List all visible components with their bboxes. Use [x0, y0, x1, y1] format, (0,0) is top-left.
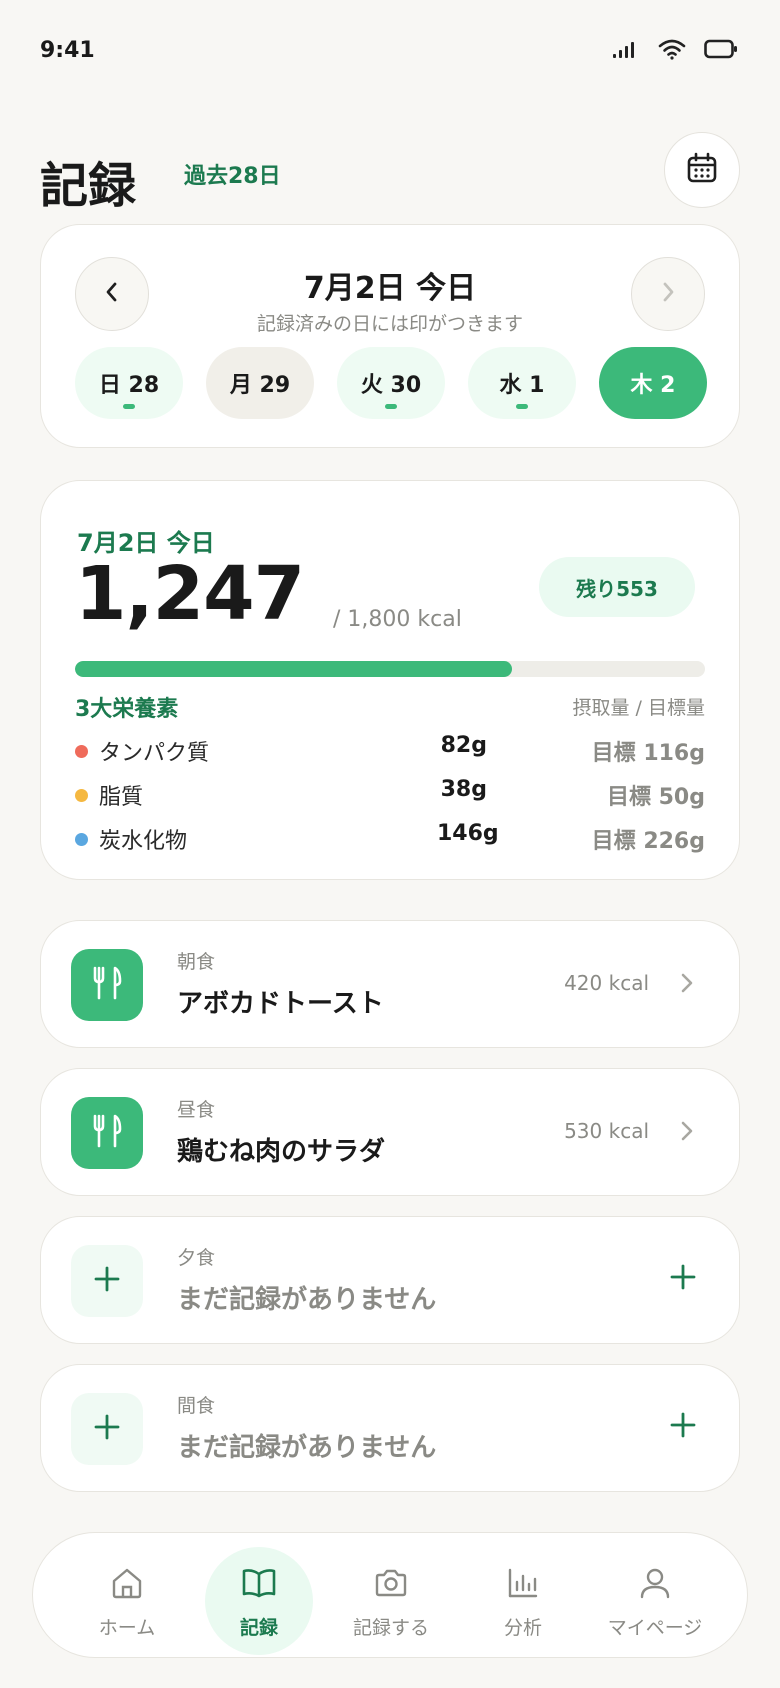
meal-type: 昼食	[177, 1099, 216, 1121]
macro-value: 146g	[437, 821, 499, 846]
user-icon	[639, 1563, 671, 1603]
add-meal-button[interactable]	[669, 1411, 697, 1443]
chevron-right-icon	[679, 1119, 695, 1147]
add-meal-icon-box	[71, 1245, 143, 1317]
day-chip[interactable]: 水 1	[468, 347, 576, 419]
remaining-badge: 残り553	[539, 557, 695, 617]
meal-empty-text: まだ記録がありません	[177, 1285, 437, 1315]
day-chip-selected[interactable]: 木 2	[599, 347, 707, 419]
day-chip[interactable]: 月 29	[206, 347, 314, 419]
date-selector-card: 7月2日 今日 記録済みの日には印がつきます 日 28 月 29 火 30 水 …	[40, 224, 740, 448]
period-label: 過去28日	[184, 164, 281, 189]
meal-name: アボカドトースト	[177, 989, 384, 1019]
status-time: 9:41	[40, 38, 95, 63]
status-bar: 9:41	[0, 0, 780, 100]
macro-target: 目標 50g	[606, 785, 705, 810]
meal-card-dinner[interactable]: 夕食 まだ記録がありません	[40, 1216, 740, 1344]
next-day-button[interactable]	[631, 257, 705, 331]
macro-row-carbs: 炭水化物 146g 目標 226g	[75, 819, 705, 855]
day-chip-label: 月 29	[229, 373, 291, 398]
calories-consumed: 1,247	[75, 551, 305, 637]
meal-calories: 420 kcal	[564, 971, 649, 995]
logged-indicator	[385, 404, 397, 409]
meal-calories: 530 kcal	[564, 1119, 649, 1143]
tab-label: 記録	[239, 1617, 278, 1639]
add-meal-icon-box	[71, 1393, 143, 1465]
tab-label: ホーム	[98, 1617, 156, 1639]
macro-name: 炭水化物	[99, 829, 188, 854]
tab-label: マイページ	[607, 1617, 703, 1639]
meal-type: 朝食	[177, 951, 216, 973]
macro-row-fat: 脂質 38g 目標 50g	[75, 775, 705, 811]
day-chip[interactable]: 日 28	[75, 347, 183, 419]
meal-type: 夕食	[177, 1247, 216, 1269]
signal-icon	[612, 39, 640, 63]
page-header: 記録 過去28日	[40, 132, 740, 220]
meal-card-breakfast[interactable]: 朝食 アボカドトースト 420 kcal	[40, 920, 740, 1048]
tab-analysis[interactable]: 分析	[469, 1547, 577, 1647]
day-chip-label: 日 28	[98, 373, 160, 398]
fork-knife-icon	[90, 965, 124, 1005]
chevron-right-icon	[658, 281, 678, 307]
camera-icon	[373, 1563, 409, 1603]
day-chip-label: 木 2	[630, 373, 676, 398]
home-icon	[110, 1563, 144, 1603]
tab-my-page[interactable]: マイページ	[601, 1547, 709, 1647]
chevron-right-icon	[679, 971, 695, 999]
tab-label: 分析	[503, 1617, 542, 1639]
meal-empty-text: まだ記録がありません	[177, 1433, 437, 1463]
calorie-summary-card: 7月2日 今日 1,247 / 1,800 kcal 残り553 3大栄養素 摂…	[40, 480, 740, 880]
macro-value: 82g	[440, 733, 487, 758]
chart-icon	[506, 1563, 540, 1603]
meal-name: 鶏むね肉のサラダ	[177, 1137, 386, 1167]
fat-dot	[75, 789, 88, 802]
macro-name: 脂質	[99, 785, 144, 810]
macro-column-header: 摂取量 / 目標量	[572, 697, 705, 719]
macro-value: 38g	[440, 777, 487, 802]
macro-name: タンパク質	[99, 741, 210, 766]
day-chip-label: 火 30	[360, 373, 422, 398]
plus-icon	[93, 1265, 121, 1297]
day-strip: 日 28 月 29 火 30 水 1 木 2	[75, 347, 707, 419]
plus-icon	[93, 1413, 121, 1445]
meal-type: 間食	[177, 1395, 216, 1417]
calorie-progress-fill	[75, 661, 512, 677]
calendar-button[interactable]	[664, 132, 740, 208]
macro-target: 目標 116g	[591, 741, 705, 766]
battery-icon	[704, 39, 738, 63]
day-chip[interactable]: 火 30	[337, 347, 445, 419]
meal-icon	[71, 949, 143, 1021]
status-icons	[612, 38, 738, 64]
macro-title: 3大栄養素	[75, 697, 179, 722]
macro-row-protein: タンパク質 82g 目標 116g	[75, 731, 705, 767]
bottom-tab-bar: ホーム 記録 記録する 分析 マイページ	[32, 1532, 748, 1658]
protein-dot	[75, 745, 88, 758]
tab-label: 記録する	[352, 1617, 429, 1639]
meal-card-lunch[interactable]: 昼食 鶏むね肉のサラダ 530 kcal	[40, 1068, 740, 1196]
date-hint: 記録済みの日には印がつきます	[256, 313, 523, 335]
carbs-dot	[75, 833, 88, 846]
tab-records[interactable]: 記録	[205, 1547, 313, 1655]
add-meal-button[interactable]	[669, 1263, 697, 1295]
fork-knife-icon	[90, 1113, 124, 1153]
book-icon	[241, 1563, 277, 1603]
logged-indicator	[123, 404, 135, 409]
calendar-icon	[685, 151, 719, 189]
calorie-goal: / 1,800 kcal	[333, 607, 462, 632]
day-chip-label: 水 1	[499, 373, 545, 398]
wifi-icon	[658, 38, 686, 64]
tab-home[interactable]: ホーム	[73, 1547, 181, 1647]
calorie-progress-bar	[75, 661, 705, 677]
meal-icon	[71, 1097, 143, 1169]
macro-target: 目標 226g	[591, 829, 705, 854]
logged-indicator	[516, 404, 528, 409]
tab-log-meal[interactable]: 記録する	[337, 1547, 445, 1647]
meal-card-snack[interactable]: 間食 まだ記録がありません	[40, 1364, 740, 1492]
page-title: 記録	[40, 158, 137, 214]
